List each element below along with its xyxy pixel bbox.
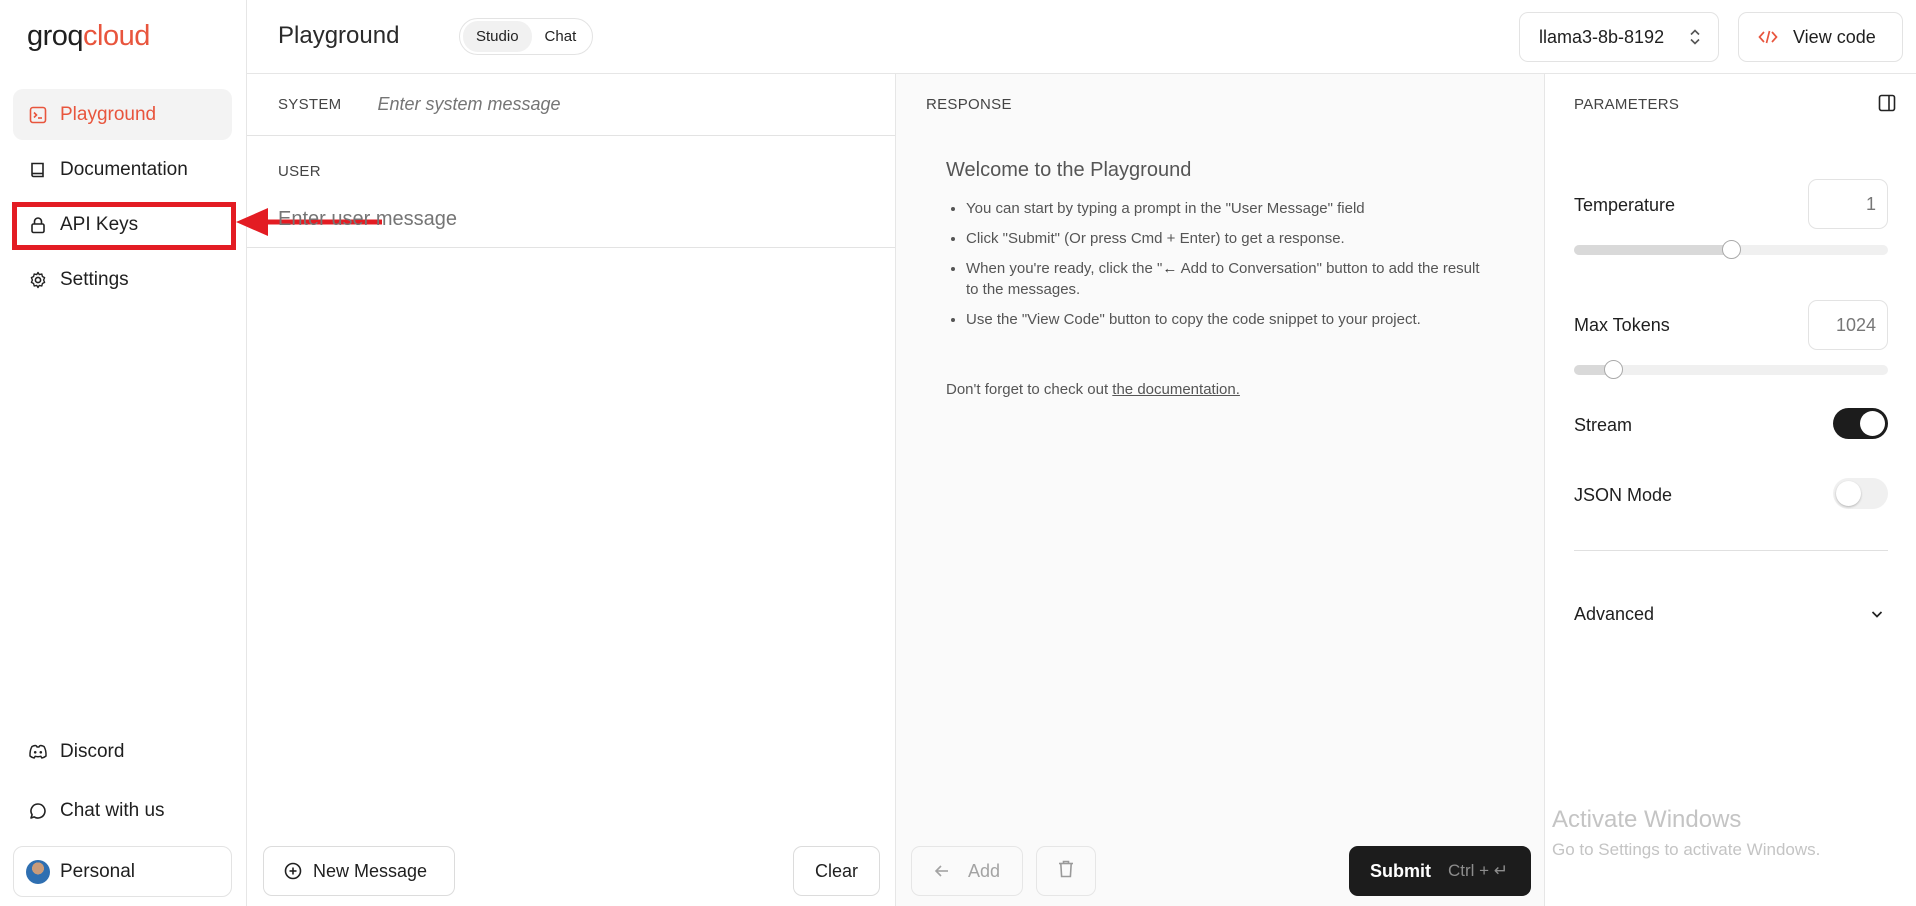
- documentation-hint: Don't forget to check out the documentat…: [946, 381, 1240, 398]
- new-message-label: New Message: [313, 860, 428, 881]
- account-switcher[interactable]: Personal: [13, 846, 232, 897]
- toggle-knob: [1836, 481, 1861, 506]
- code-icon: [1758, 29, 1778, 45]
- sidebar-item-chat-with-us[interactable]: Chat with us: [13, 785, 232, 836]
- page-title: Playground: [278, 22, 400, 49]
- system-message-input[interactable]: [377, 94, 858, 115]
- temperature-slider-thumb[interactable]: [1722, 240, 1741, 259]
- temperature-label: Temperature: [1574, 195, 1676, 215]
- delete-response-button[interactable]: [1036, 846, 1096, 896]
- welcome-heading: Welcome to the Playground: [946, 159, 1192, 181]
- terminal-icon: [28, 105, 48, 125]
- view-code-button[interactable]: View code: [1738, 12, 1903, 62]
- discord-icon: [28, 742, 48, 762]
- json-mode-toggle[interactable]: [1833, 478, 1888, 509]
- submit-shortcut-hint: Ctrl + ↵: [1448, 861, 1509, 880]
- advanced-section-toggle[interactable]: Advanced: [1574, 604, 1654, 625]
- system-message-row: SYSTEM: [247, 74, 895, 136]
- submit-button[interactable]: Submit Ctrl + ↵: [1349, 846, 1531, 896]
- sidebar-item-settings[interactable]: Settings: [13, 254, 232, 305]
- windows-activation-watermark: Activate Windows Go to Settings to activ…: [1552, 806, 1820, 860]
- toggle-knob: [1860, 411, 1885, 436]
- sidebar-item-documentation[interactable]: Documentation: [13, 144, 232, 195]
- annotation-highlight-box: [12, 202, 236, 250]
- user-label: USER: [278, 163, 321, 180]
- tip-text: When you're ready, click the ": [966, 260, 1163, 277]
- doc-prefix: Don't forget to check out: [946, 381, 1113, 398]
- submit-label: Submit: [1370, 860, 1431, 881]
- plus-circle-icon: [284, 862, 302, 880]
- sidebar-item-label: Documentation: [60, 158, 188, 180]
- divider: [1574, 550, 1888, 551]
- gear-icon: [28, 270, 48, 290]
- arrow-left-icon: [934, 863, 950, 879]
- json-mode-label: JSON Mode: [1574, 485, 1673, 505]
- logo-text-main: groq: [27, 20, 84, 52]
- temperature-slider-fill: [1574, 245, 1731, 255]
- max-tokens-slider[interactable]: [1574, 360, 1888, 379]
- arrow-left-icon: ←: [1162, 260, 1178, 277]
- sidebar-item-playground[interactable]: Playground: [13, 89, 232, 140]
- avatar: [26, 859, 50, 884]
- temperature-slider[interactable]: [1574, 240, 1888, 259]
- messages-panel: SYSTEM USER New Message Clear: [247, 74, 896, 906]
- sidebar-item-label: Settings: [60, 268, 129, 290]
- sidebar-item-label: Playground: [60, 103, 157, 125]
- response-panel: RESPONSE Welcome to the Playground You c…: [896, 74, 1545, 906]
- sidebar-item-label: Discord: [60, 740, 125, 762]
- temperature-input[interactable]: 1: [1808, 179, 1888, 229]
- chevron-updown-icon: [1688, 27, 1702, 52]
- max-tokens-input[interactable]: 1024: [1808, 300, 1888, 350]
- parameters-panel: PARAMETERS Temperature 1 Max Tokens 1024…: [1545, 74, 1916, 906]
- tips-list: You can start by typing a prompt in the …: [966, 198, 1496, 339]
- watermark-line-2: Go to Settings to activate Windows.: [1552, 840, 1821, 859]
- list-item: Click "Submit" (Or press Cmd + Enter) to…: [966, 228, 1496, 249]
- sidebar-item-label: Chat with us: [60, 799, 165, 821]
- max-tokens-label: Max Tokens: [1574, 315, 1670, 335]
- parameters-label: PARAMETERS: [1574, 96, 1680, 113]
- stream-toggle[interactable]: [1833, 408, 1888, 439]
- divider: [247, 247, 895, 248]
- sidebar: groqcloud Playground Documentation API K…: [0, 0, 247, 906]
- new-message-button[interactable]: New Message: [263, 846, 455, 896]
- account-name: Personal: [60, 860, 135, 882]
- sidebar-item-discord[interactable]: Discord: [13, 726, 232, 777]
- list-item: You can start by typing a prompt in the …: [966, 198, 1496, 219]
- response-label: RESPONSE: [926, 96, 1012, 113]
- system-label: SYSTEM: [278, 96, 342, 113]
- max-tokens-slider-thumb[interactable]: [1604, 360, 1624, 379]
- watermark-line-1: Activate Windows: [1552, 806, 1742, 833]
- stream-label: Stream: [1574, 415, 1633, 435]
- tab-chat[interactable]: Chat: [532, 21, 590, 52]
- clear-button[interactable]: Clear: [793, 846, 880, 896]
- user-message-input[interactable]: [278, 208, 838, 231]
- mode-switch: Studio Chat: [459, 18, 594, 55]
- documentation-link[interactable]: the documentation.: [1112, 381, 1240, 398]
- trash-icon: [1057, 859, 1075, 884]
- book-icon: [28, 160, 48, 180]
- groqcloud-logo[interactable]: groqcloud: [27, 20, 150, 53]
- add-label: Add: [968, 860, 1001, 881]
- list-item: Use the "View Code" button to copy the c…: [966, 309, 1496, 330]
- tab-studio[interactable]: Studio: [463, 21, 532, 52]
- model-select[interactable]: llama3-8b-8192: [1519, 12, 1719, 62]
- logo-text-accent: cloud: [83, 20, 150, 52]
- model-select-value: llama3-8b-8192: [1539, 26, 1665, 47]
- chevron-down-icon[interactable]: [1870, 607, 1884, 626]
- chat-bubble-icon: [28, 801, 48, 821]
- list-item: When you're ready, click the "← Add to C…: [966, 258, 1496, 300]
- add-to-conversation-button[interactable]: Add: [911, 846, 1023, 896]
- view-code-label: View code: [1793, 26, 1876, 47]
- top-header: Playground Studio Chat llama3-8b-8192 Vi…: [247, 0, 1916, 74]
- sidebar-panel-icon[interactable]: [1878, 94, 1896, 117]
